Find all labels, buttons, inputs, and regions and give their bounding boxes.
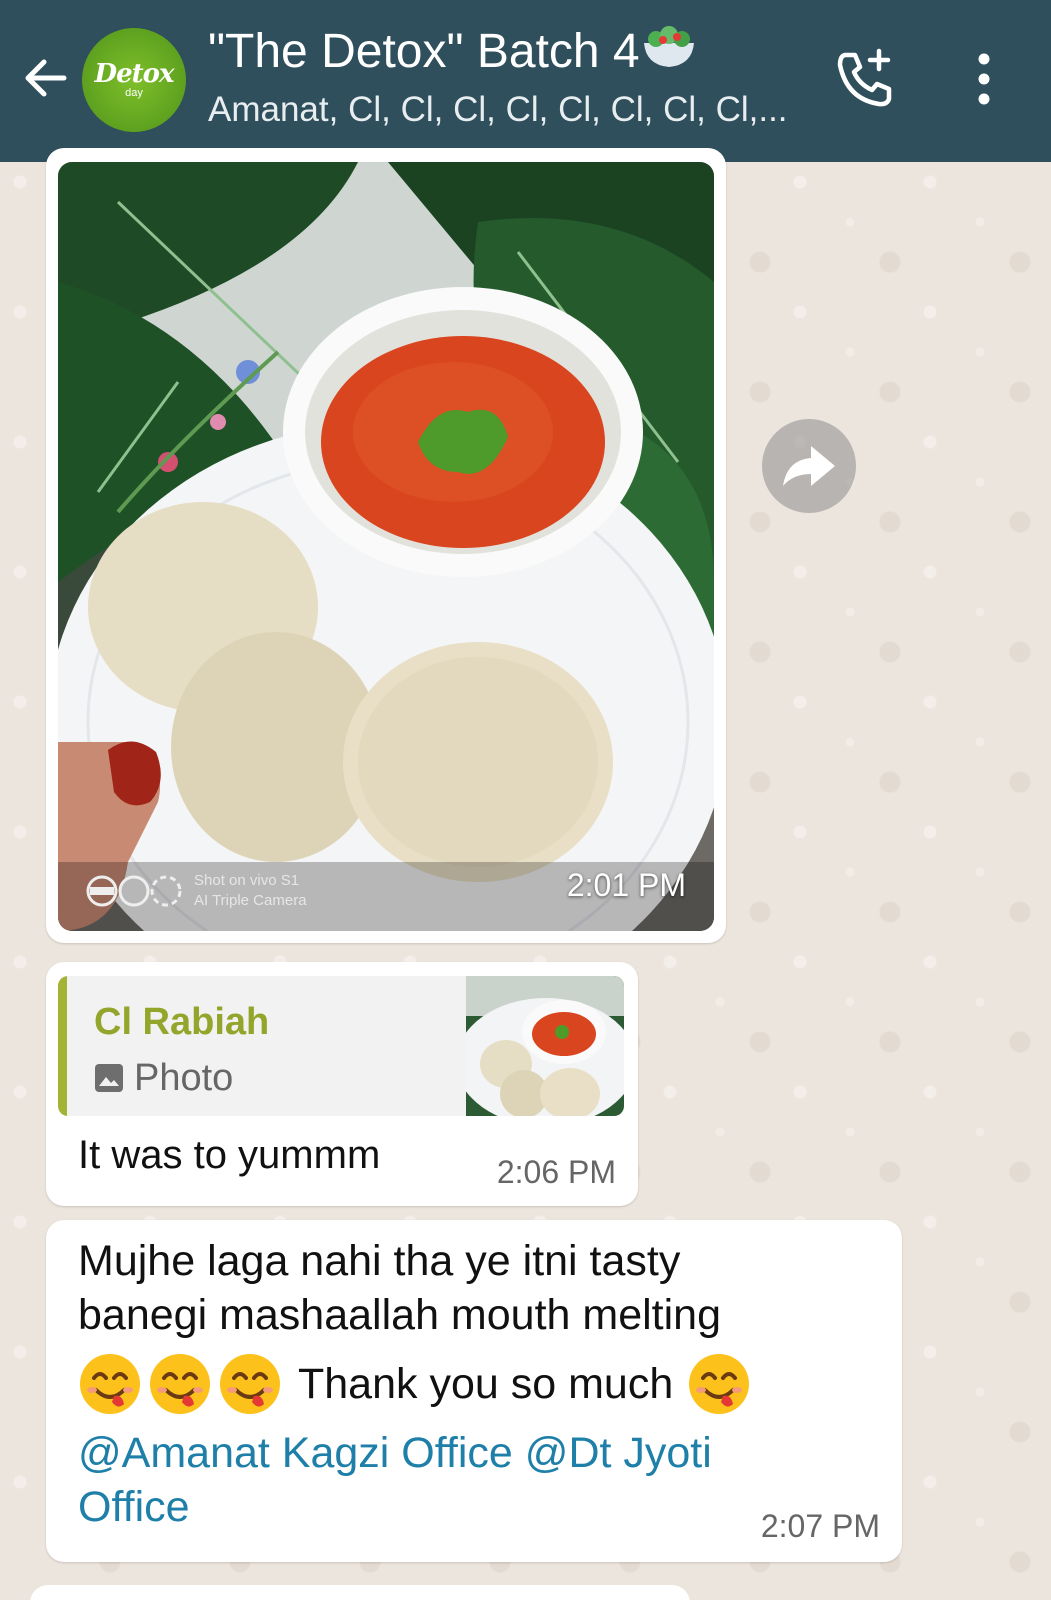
reply-message: Cl Rabiah Photo It was to yummm 2:06 PM bbox=[46, 962, 638, 1206]
watermark-line-2: AI Triple Camera bbox=[194, 892, 307, 909]
photo-icon bbox=[95, 1064, 123, 1092]
back-button[interactable] bbox=[18, 50, 74, 106]
food-photo[interactable]: Shot on vivo S1 AI Triple Camera 2:01 PM bbox=[58, 162, 714, 931]
chat-title: "The Detox" Batch 4 bbox=[208, 22, 818, 84]
watermark-line-1: Shot on vivo S1 bbox=[194, 872, 300, 889]
group-avatar[interactable]: Detox day bbox=[82, 28, 186, 132]
message-time: 2:01 PM bbox=[566, 867, 686, 903]
camera-watermark: Shot on vivo S1 AI Triple Camera bbox=[86, 871, 307, 911]
quoted-message[interactable]: Cl Rabiah Photo bbox=[58, 976, 624, 1116]
more-vert-icon bbox=[978, 53, 990, 105]
yum-emoji-icon bbox=[689, 1354, 750, 1414]
more-options-button[interactable] bbox=[960, 44, 1008, 114]
chat-members: Amanat, Cl, Cl, Cl, Cl, Cl, Cl, Cl, Cl,.… bbox=[208, 90, 788, 130]
salad-icon bbox=[642, 24, 696, 84]
mention-jyoti[interactable]: @Dt Jyoti bbox=[525, 1429, 712, 1477]
avatar-logo-text: Detox bbox=[94, 59, 175, 89]
thanks-text: Thank you so much bbox=[298, 1360, 674, 1408]
message-time: 2:06 PM bbox=[496, 1154, 616, 1190]
image-message: Shot on vivo S1 AI Triple Camera 2:01 PM bbox=[46, 148, 726, 943]
text-message: Mujhe laga nahi tha ye itni tasty banegi… bbox=[46, 1220, 902, 1562]
message-line-2: banegi mashaallah mouth melting bbox=[78, 1291, 722, 1339]
message-body: Mujhe laga nahi tha ye itni tasty banegi… bbox=[78, 1234, 878, 1534]
quoted-type: Photo bbox=[94, 1056, 233, 1100]
quoted-thumbnail bbox=[466, 976, 624, 1116]
arrow-left-icon bbox=[25, 59, 67, 97]
avatar-logo-subtext: day bbox=[125, 87, 143, 99]
message-emoji-line: Thank you so much bbox=[78, 1342, 878, 1426]
quoted-type-label: Photo bbox=[134, 1057, 234, 1099]
add-call-icon bbox=[837, 48, 892, 107]
yum-emoji-icon bbox=[80, 1354, 140, 1414]
watermark-text: Shot on vivo S1 AI Triple Camera bbox=[194, 871, 307, 911]
add-call-button[interactable] bbox=[830, 44, 900, 114]
message-line-1: Mujhe laga nahi tha ye itni tasty bbox=[78, 1237, 681, 1285]
mention-line: @Amanat Kagzi Office @Dt Jyoti bbox=[78, 1426, 878, 1480]
mention-amanat[interactable]: @Amanat Kagzi Office bbox=[78, 1429, 513, 1477]
yum-emoji-icon bbox=[220, 1354, 280, 1414]
chat-header: Detox day "The Detox" Batch 4 Amanat, Cl… bbox=[0, 0, 1051, 162]
yum-emoji-icon bbox=[150, 1354, 210, 1414]
chat-title-text: "The Detox" Batch 4 bbox=[208, 25, 640, 78]
chat-title-area[interactable]: "The Detox" Batch 4 Amanat, Cl, Cl, Cl, … bbox=[208, 22, 818, 132]
quoted-sender: Cl Rabiah bbox=[94, 1001, 270, 1043]
forward-icon bbox=[783, 446, 835, 486]
next-message-partial bbox=[30, 1585, 690, 1600]
mention-jyoti-continued[interactable]: Office bbox=[78, 1480, 878, 1534]
camera-lens-icon bbox=[86, 875, 182, 907]
forward-button[interactable] bbox=[762, 419, 856, 513]
message-text: It was to yummm bbox=[78, 1133, 381, 1177]
message-time: 2:07 PM bbox=[760, 1508, 880, 1544]
quote-bar bbox=[58, 976, 67, 1116]
